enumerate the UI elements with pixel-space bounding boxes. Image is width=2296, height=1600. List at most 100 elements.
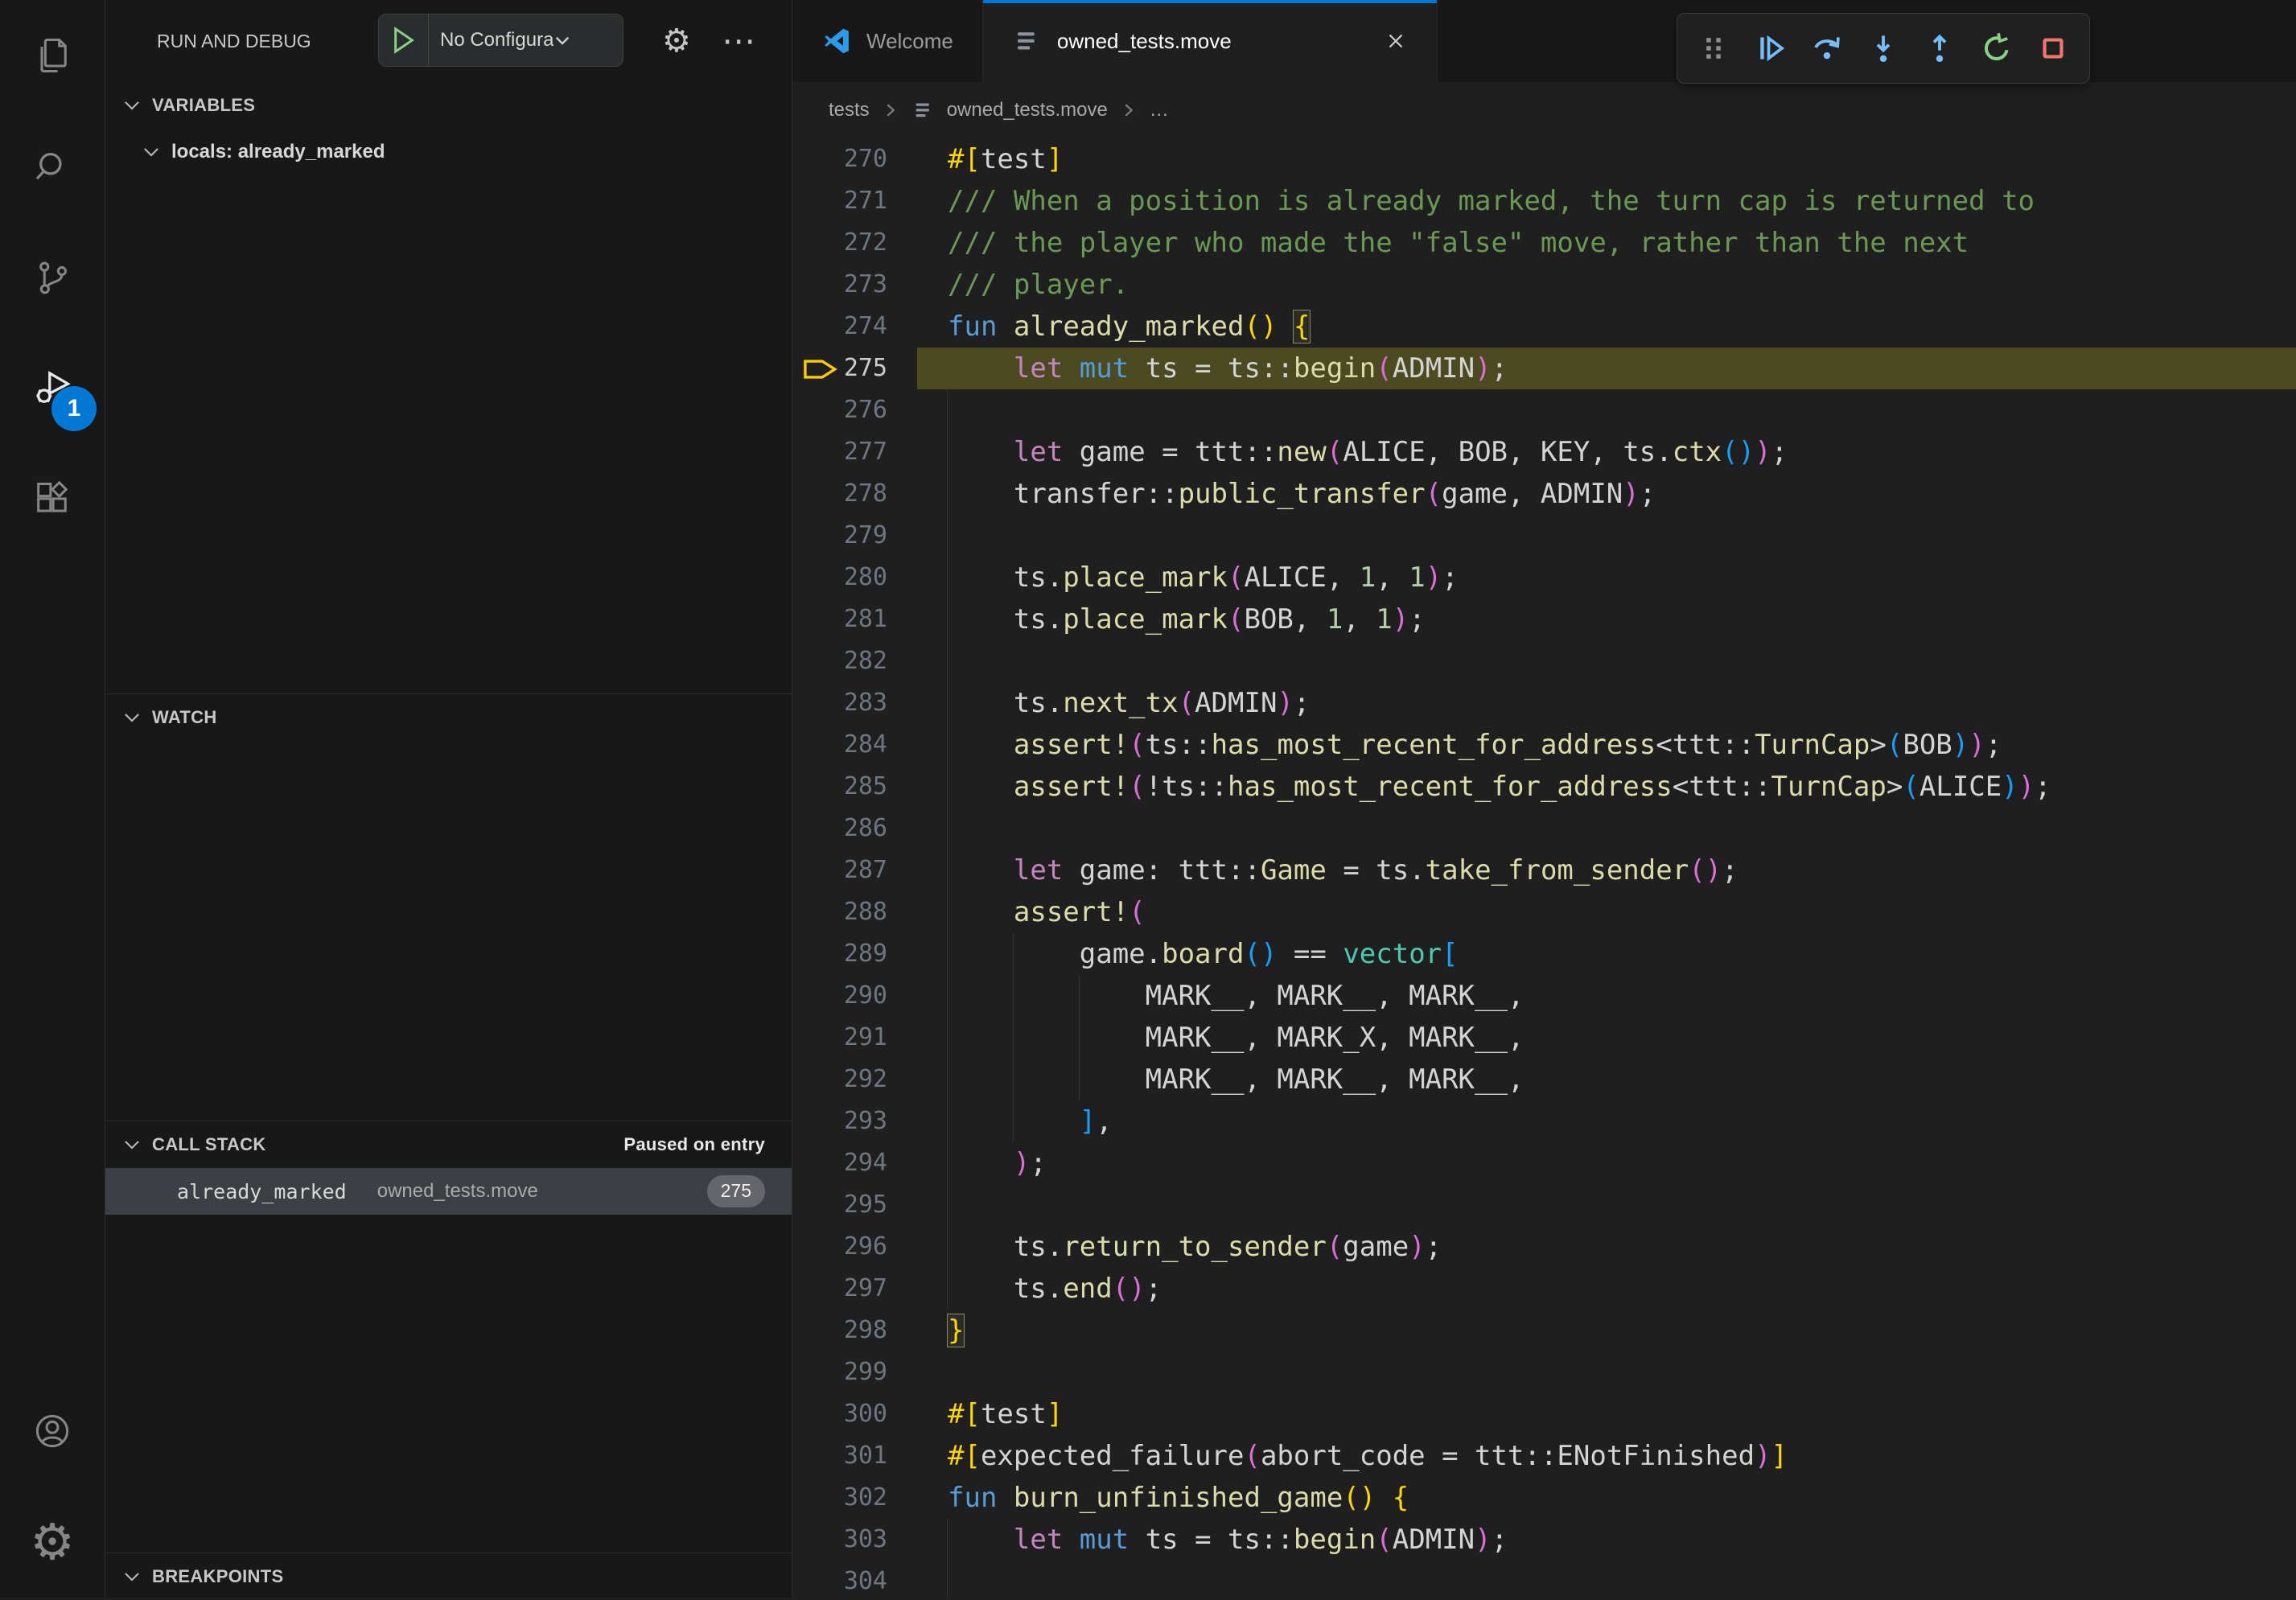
- code-line-text: /// player.: [948, 264, 1129, 306]
- accounts-button[interactable]: [0, 1376, 105, 1487]
- debug-step-out-icon: [1922, 31, 1957, 66]
- gutter-line-number[interactable]: 295: [792, 1184, 887, 1226]
- gutter-line-number[interactable]: 283: [792, 682, 887, 724]
- step-into-button[interactable]: [1857, 22, 1910, 75]
- section-header-breakpoints[interactable]: BREAKPOINTS: [105, 1553, 792, 1600]
- gutter-line-number[interactable]: 300: [792, 1393, 887, 1435]
- code-line: 283 ts.next_tx(ADMIN);: [792, 682, 2296, 724]
- code-line-text: /// the player who made the "false" move…: [948, 222, 1969, 264]
- code-line-text: transfer::public_transfer(game, ADMIN);: [948, 473, 1656, 515]
- code-line-text: #[test]: [948, 1393, 1063, 1435]
- frame-function-name: already_marked: [177, 1180, 347, 1203]
- sidebar-item-source-control[interactable]: [0, 222, 105, 333]
- sidebar-item-extensions[interactable]: [0, 444, 105, 555]
- gutter-line-number[interactable]: 289: [792, 933, 887, 975]
- code-line-text: ts.next_tx(ADMIN);: [948, 682, 1310, 724]
- move-file-icon: [911, 98, 936, 122]
- gear-icon: ⚙: [30, 1517, 75, 1567]
- debug-settings-gear-icon[interactable]: ⚙: [662, 25, 691, 57]
- variables-scope-locals[interactable]: locals: already_marked: [105, 129, 792, 175]
- gutter-line-number[interactable]: 274: [792, 306, 887, 348]
- sidebar-item-run-and-debug[interactable]: 1: [0, 333, 105, 444]
- code-line: 299: [792, 1351, 2296, 1393]
- gutter-line-number[interactable]: 293: [792, 1100, 887, 1142]
- code-line: 292 MARK__, MARK__, MARK__,: [792, 1059, 2296, 1100]
- gutter-line-number[interactable]: 290: [792, 975, 887, 1017]
- sidebar-item-search[interactable]: [0, 111, 105, 222]
- gutter-line-number[interactable]: 280: [792, 557, 887, 598]
- section-header-call-stack[interactable]: CALL STACK Paused on entry: [105, 1121, 792, 1168]
- gutter-line-number[interactable]: 281: [792, 598, 887, 640]
- call-stack-section-label: CALL STACK: [152, 1134, 266, 1155]
- breadcrumb-item-file[interactable]: owned_tests.move: [947, 99, 1108, 121]
- tab-bar: Welcome owned_tests.move: [792, 0, 2296, 82]
- code-line: 278 transfer::public_transfer(game, ADMI…: [792, 473, 2296, 515]
- chevron-down-icon: [121, 1134, 142, 1155]
- restart-button[interactable]: [1970, 22, 2023, 75]
- gutter-line-number[interactable]: 296: [792, 1226, 887, 1268]
- call-stack-frame[interactable]: already_marked owned_tests.move 275: [105, 1168, 792, 1215]
- gutter-line-number[interactable]: 297: [792, 1268, 887, 1310]
- gutter-line-number[interactable]: 279: [792, 515, 887, 557]
- code-line-text: );: [948, 1142, 1047, 1184]
- code-line: 298}: [792, 1310, 2296, 1351]
- search-icon: [31, 146, 73, 187]
- gutter-line-number[interactable]: 303: [792, 1519, 887, 1561]
- start-debugging-button[interactable]: [379, 14, 429, 66]
- debug-config-dropdown[interactable]: No Configura: [378, 14, 623, 67]
- gutter-line-number[interactable]: 273: [792, 264, 887, 306]
- toolbar-drag-handle[interactable]: [1687, 22, 1740, 75]
- gutter-line-number[interactable]: 270: [792, 138, 887, 180]
- gutter-line-number[interactable]: 298: [792, 1310, 887, 1351]
- gutter-line-number[interactable]: 285: [792, 766, 887, 808]
- account-icon: [31, 1410, 73, 1452]
- variables-section: VARIABLES locals: already_marked: [105, 82, 792, 693]
- breadcrumb-item-tests[interactable]: tests: [829, 99, 870, 121]
- breadcrumb-item-symbol[interactable]: …: [1150, 99, 1169, 121]
- gutter-line-number[interactable]: 277: [792, 431, 887, 473]
- code-line: 282: [792, 640, 2296, 682]
- gutter-line-number[interactable]: 272: [792, 222, 887, 264]
- tab-welcome[interactable]: Welcome: [792, 0, 983, 82]
- gutter-line-number[interactable]: 304: [792, 1561, 887, 1598]
- gutter-line-number[interactable]: 292: [792, 1059, 887, 1100]
- section-header-variables[interactable]: VARIABLES: [105, 82, 792, 129]
- gutter-line-number[interactable]: 286: [792, 808, 887, 849]
- gutter-line-number[interactable]: 282: [792, 640, 887, 682]
- code-line: 296 ts.return_to_sender(game);: [792, 1226, 2296, 1268]
- code-line-text: ts.return_to_sender(game);: [948, 1226, 1442, 1268]
- gutter-line-number[interactable]: 288: [792, 891, 887, 933]
- gutter-line-number[interactable]: 276: [792, 389, 887, 431]
- step-out-button[interactable]: [1913, 22, 1966, 75]
- activity-bar: 1 ⚙: [0, 0, 105, 1598]
- gutter-line-number[interactable]: 284: [792, 724, 887, 766]
- gutter-line-number[interactable]: 278: [792, 473, 887, 515]
- gutter-line-number[interactable]: 302: [792, 1477, 887, 1519]
- code-line: 285 assert!(!ts::has_most_recent_for_add…: [792, 766, 2296, 808]
- step-over-button[interactable]: [1800, 22, 1854, 75]
- code-line: 293 ],: [792, 1100, 2296, 1142]
- views-more-actions-icon[interactable]: ⋯: [722, 24, 755, 58]
- gutter-line-number[interactable]: 299: [792, 1351, 887, 1393]
- sidebar-title: RUN AND DEBUG: [157, 31, 311, 52]
- tab-owned-tests-move[interactable]: owned_tests.move: [983, 0, 1438, 82]
- close-icon[interactable]: [1384, 29, 1408, 53]
- gutter-line-number[interactable]: 271: [792, 180, 887, 222]
- gutter-line-number[interactable]: 287: [792, 849, 887, 891]
- debug-restart-icon: [1979, 31, 2014, 66]
- gutter-line-number[interactable]: 294: [792, 1142, 887, 1184]
- section-header-watch[interactable]: WATCH: [105, 694, 792, 741]
- code-line-text: #[test]: [948, 138, 1063, 180]
- move-file-icon: [1012, 26, 1043, 56]
- sidebar-header: RUN AND DEBUG No Configura ⚙ ⋯: [105, 0, 792, 82]
- watch-section: WATCH: [105, 693, 792, 1121]
- stop-button[interactable]: [2026, 22, 2080, 75]
- continue-button[interactable]: [1743, 22, 1796, 75]
- code-editor[interactable]: 270#[test]271/// When a position is alre…: [792, 138, 2296, 1598]
- sidebar-item-explorer[interactable]: [0, 0, 105, 111]
- gutter-line-number[interactable]: 291: [792, 1017, 887, 1059]
- gutter-line-number[interactable]: 301: [792, 1435, 887, 1477]
- settings-button[interactable]: ⚙: [0, 1487, 105, 1598]
- code-line-text: let game = ttt::new(ALICE, BOB, KEY, ts.…: [948, 431, 1788, 473]
- frame-line-badge: 275: [707, 1175, 765, 1207]
